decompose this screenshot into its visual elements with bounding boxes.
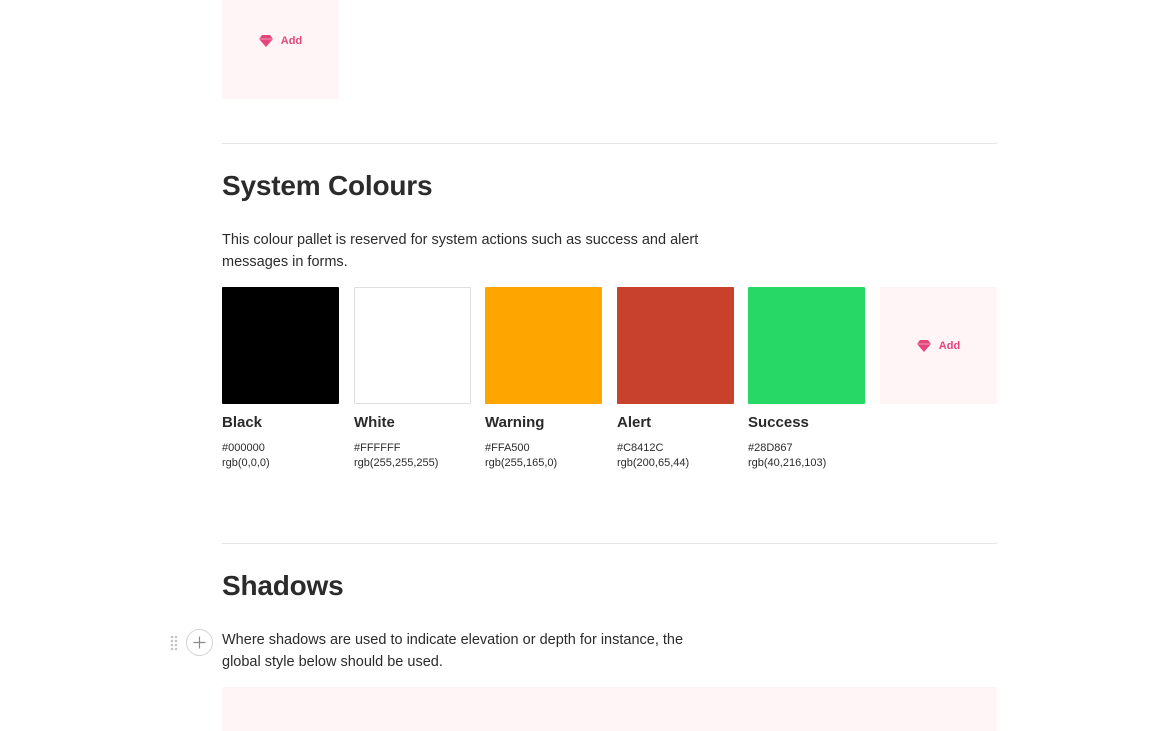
colour-chip[interactable] [485,287,602,404]
swatch-rgb: rgb(40,216,103) [748,457,827,469]
colour-swatch-black: Black #000000 rgb(0,0,0) [222,287,339,471]
swatch-name: Warning [485,414,545,431]
colour-swatch-warning: Warning #FFA500 rgb(255,165,0) [485,287,602,471]
add-label: Add [280,34,303,47]
add-label: Add [938,339,961,352]
section-divider [222,143,997,144]
swatch-hex: #FFA500 [485,442,530,454]
swatch-name: Alert [617,414,652,431]
gem-icon [258,34,273,47]
gem-icon [916,339,931,352]
insert-block-button[interactable] [186,629,213,656]
section-title-system-colours: System Colours [222,170,433,201]
page: Add System Colours This colour pallet is… [0,0,1170,731]
plus-icon [193,636,206,649]
colour-swatch-alert: Alert #C8412C rgb(200,65,44) [617,287,734,471]
shadow-preview-tile [222,687,997,731]
swatch-rgb: rgb(255,255,255) [354,457,439,469]
swatch-name: Success [748,414,809,431]
section-description-shadows: Where shadows are used to indicate eleva… [222,632,684,670]
colour-swatch-success: Success #28D867 rgb(40,216,103) [748,287,865,471]
section-description-system-colours: This colour pallet is reserved for syste… [222,232,699,270]
section-title-shadows: Shadows [222,570,344,601]
drag-handle-icon[interactable] [170,635,178,651]
swatch-hex: #000000 [222,442,265,454]
swatch-rgb: rgb(200,65,44) [617,457,690,469]
add-system-colour-tile[interactable]: Add [880,287,997,404]
swatch-hex: #FFFFFF [354,442,401,454]
swatch-rgb: rgb(255,165,0) [485,457,558,469]
add-colour-tile[interactable]: Add [222,0,339,99]
colour-swatch-white: White #FFFFFF rgb(255,255,255) [354,287,471,471]
section-divider [222,543,997,544]
swatch-hex: #28D867 [748,442,793,454]
colour-chip[interactable] [222,287,339,404]
swatch-rgb: rgb(0,0,0) [222,457,270,469]
swatch-name: White [354,414,395,431]
swatch-name: Black [222,414,263,431]
colour-chip[interactable] [617,287,734,404]
colour-chip[interactable] [354,287,471,404]
colour-chip[interactable] [748,287,865,404]
swatch-hex: #C8412C [617,442,664,454]
